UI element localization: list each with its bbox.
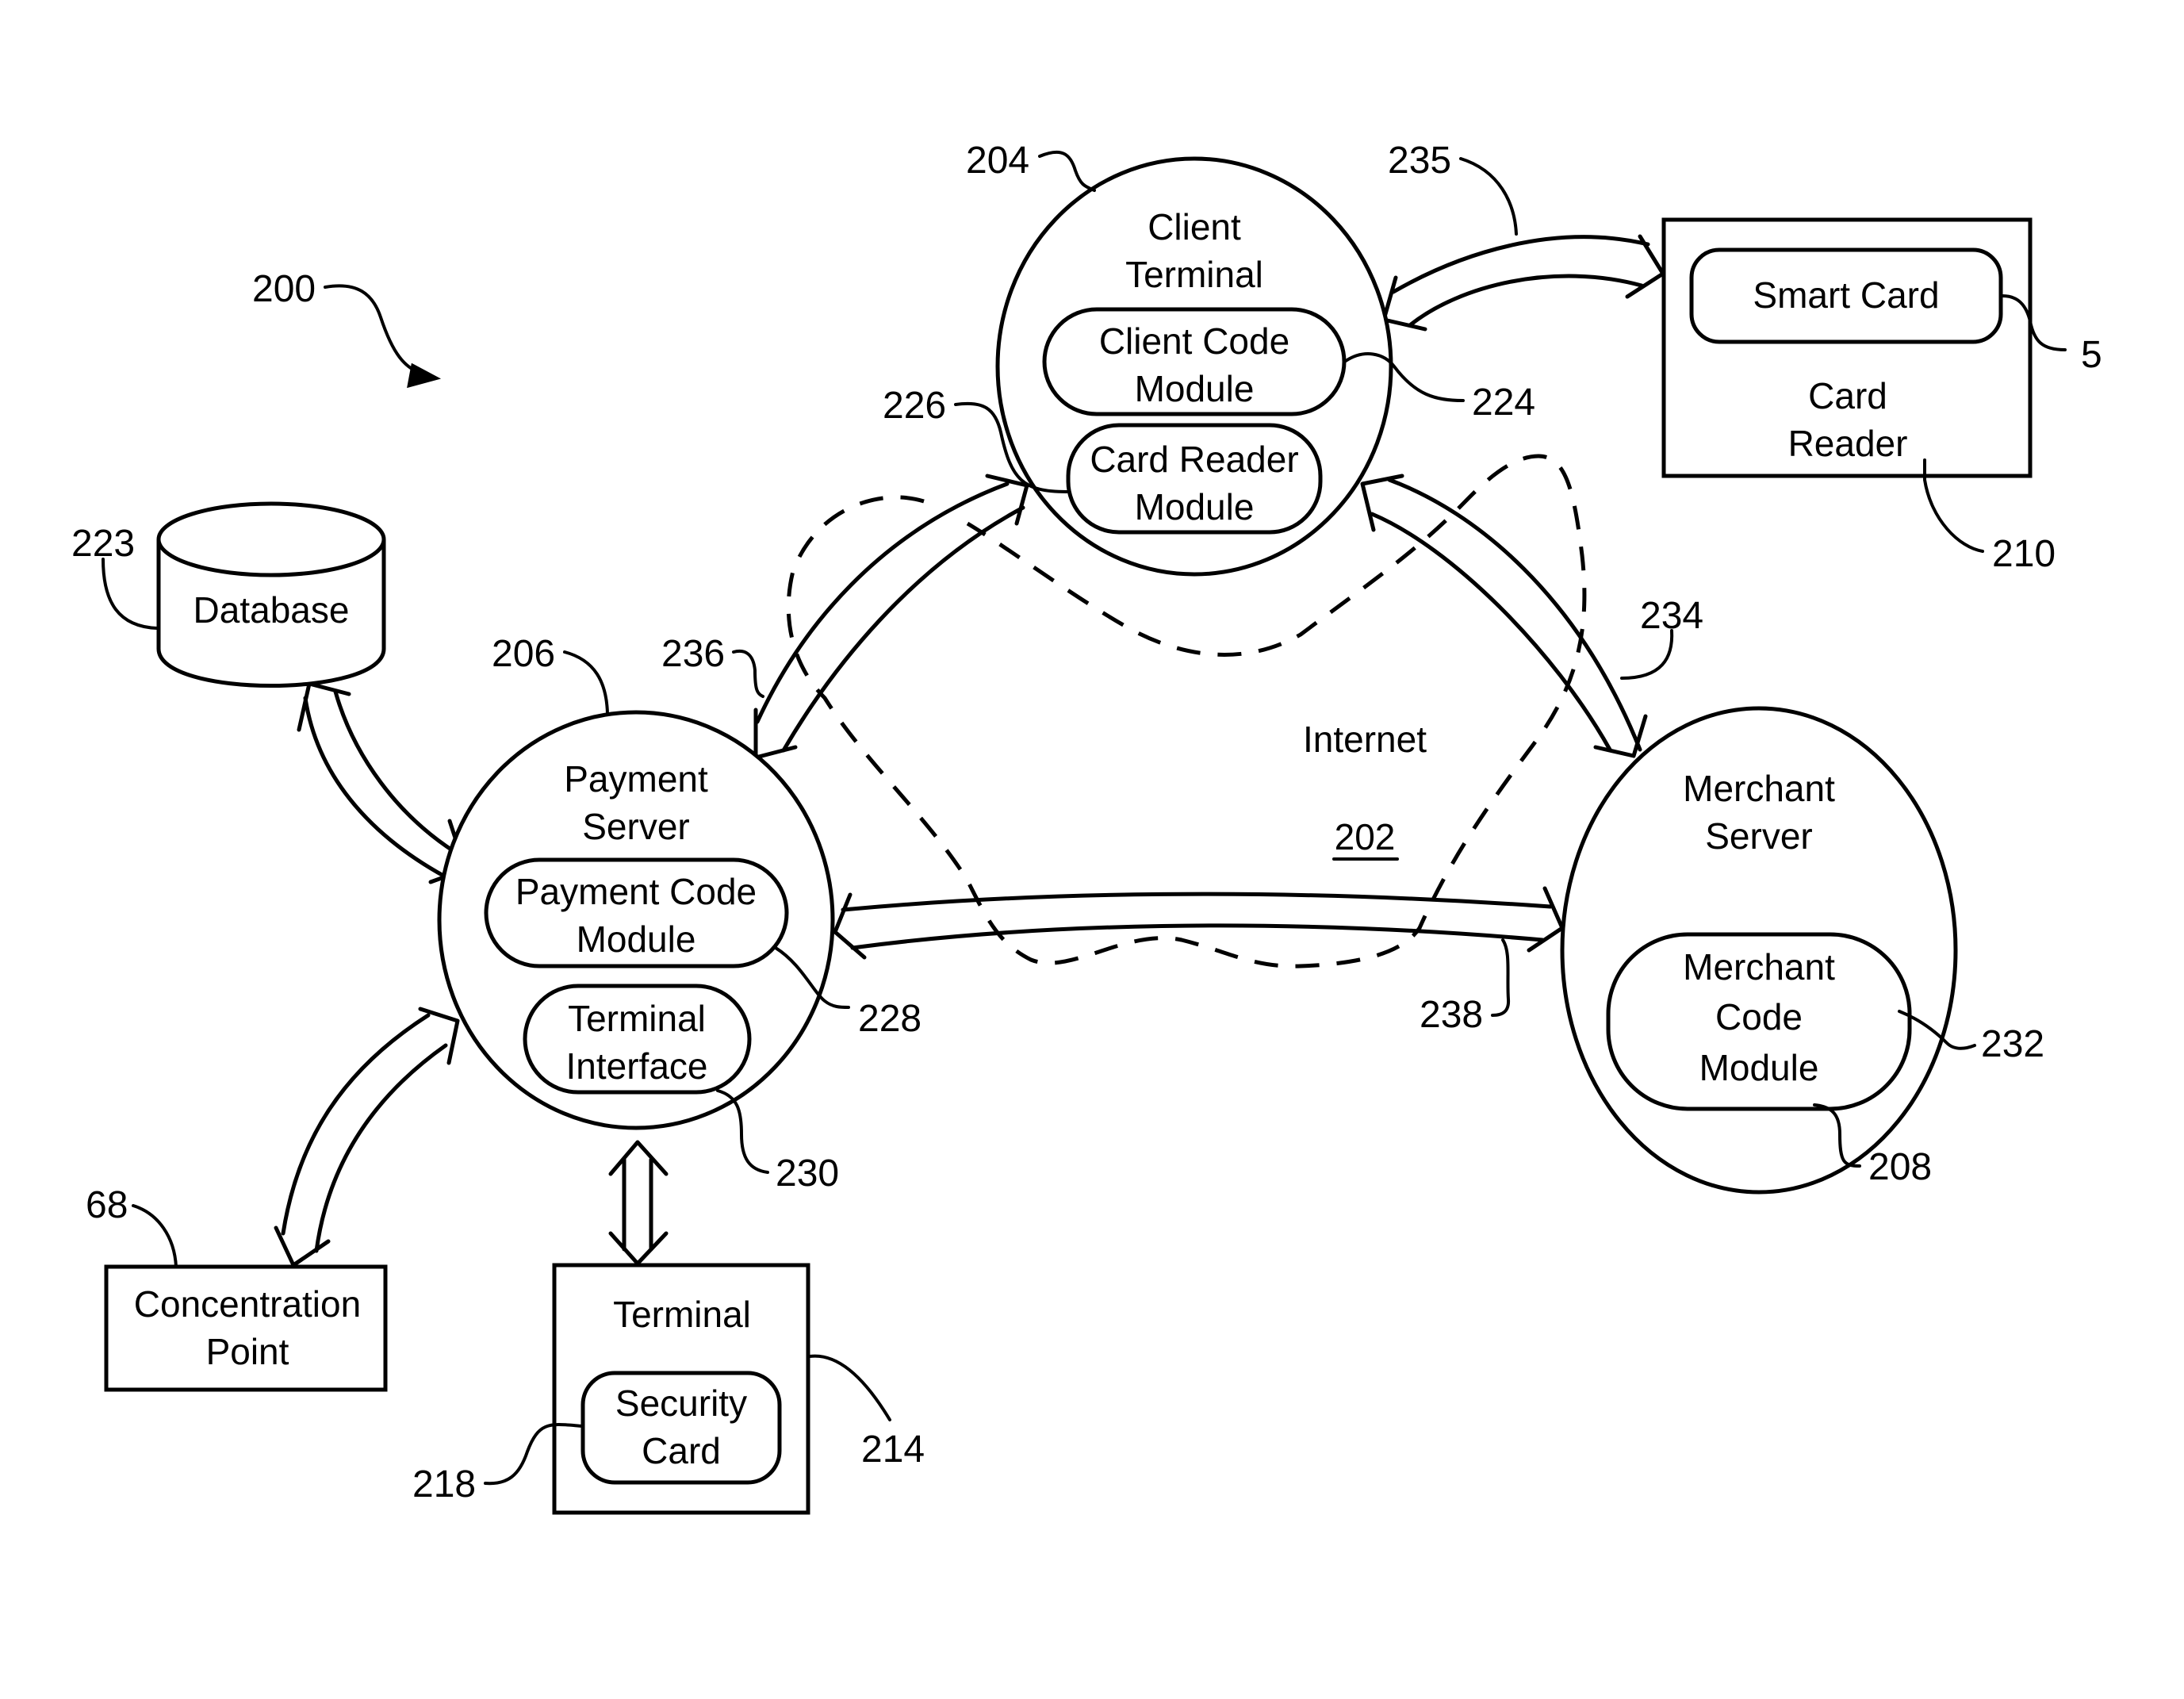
payment-code-module-line1: Payment Code xyxy=(515,871,757,912)
client-code-module-line2: Module xyxy=(1135,368,1255,409)
ref-238: 238 xyxy=(1420,994,1483,1036)
merchant-server-node[interactable]: Merchant Server Merchant Code Module xyxy=(1560,706,1958,1195)
terminal-node[interactable]: Terminal Security Card xyxy=(552,1263,810,1515)
payment-server-node[interactable]: Payment Server Payment Code Module Termi… xyxy=(437,710,835,1130)
arrow-payment-merchant[interactable] xyxy=(833,886,1565,960)
concentration-point-line1: Concentration xyxy=(134,1283,361,1325)
security-card-line2: Card xyxy=(642,1430,721,1471)
card-reader-module-line1: Card Reader xyxy=(1090,439,1298,480)
merchant-code-module-line1: Merchant xyxy=(1683,946,1835,988)
database-node[interactable]: Database xyxy=(156,501,386,688)
arrow-payment-concentration[interactable] xyxy=(274,1007,460,1268)
arrow-payment-client[interactable] xyxy=(753,474,1029,760)
card-reader-node[interactable]: Smart Card Card Reader xyxy=(1661,217,2033,478)
ref-204: 204 xyxy=(966,140,1029,182)
ref-218: 218 xyxy=(412,1463,476,1505)
ref-68-leader xyxy=(132,1204,178,1268)
payment-server-title-1: Payment xyxy=(564,758,708,800)
terminal-title: Terminal xyxy=(613,1294,751,1335)
merchant-server-title-2: Server xyxy=(1705,815,1812,857)
arrow-database-payment[interactable] xyxy=(297,681,468,887)
arrow-payment-terminal[interactable] xyxy=(608,1140,669,1266)
terminal-interface-line2: Interface xyxy=(566,1045,708,1087)
card-reader-title-2: Reader xyxy=(1788,423,1908,464)
database-cylinder-top xyxy=(156,501,386,577)
smart-card-label: Smart Card xyxy=(1753,274,1939,316)
ref-68: 68 xyxy=(86,1184,128,1226)
ref-228: 228 xyxy=(858,998,921,1040)
ref-226: 226 xyxy=(883,385,946,427)
arrow-client-cardreader[interactable] xyxy=(1381,234,1665,332)
internet-label: Internet xyxy=(1303,719,1427,760)
arrowhead xyxy=(1625,234,1665,299)
card-reader-title-1: Card xyxy=(1808,375,1887,416)
concentration-point-line2: Point xyxy=(206,1331,289,1372)
ref-230: 230 xyxy=(776,1152,839,1195)
payment-server-title-2: Server xyxy=(582,806,689,847)
ref-235-leader xyxy=(1459,157,1518,236)
arrowhead xyxy=(608,1140,669,1176)
ref-223-leader xyxy=(102,558,159,630)
ref-235: 235 xyxy=(1388,140,1451,182)
ref-208: 208 xyxy=(1868,1146,1932,1188)
arrow-client-merchant[interactable] xyxy=(1360,474,1648,758)
merchant-server-title-1: Merchant xyxy=(1683,768,1835,809)
arrowhead xyxy=(608,1231,669,1266)
ref-5: 5 xyxy=(2081,334,2102,376)
ref-236: 236 xyxy=(661,633,725,675)
client-terminal-node[interactable]: Client Terminal Client Code Module Card … xyxy=(995,156,1393,577)
ref-210: 210 xyxy=(1992,533,2056,575)
terminal-interface-line1: Terminal xyxy=(568,998,706,1039)
database-label: Database xyxy=(193,589,350,631)
ref-200-arrowhead-icon xyxy=(407,362,442,389)
client-code-module-line1: Client Code xyxy=(1099,320,1289,362)
ref-238-leader xyxy=(1491,938,1511,1017)
ref-214: 214 xyxy=(861,1429,925,1471)
concentration-point-node[interactable]: Concentration Point xyxy=(104,1264,388,1392)
ref-206: 206 xyxy=(492,633,555,675)
ref-236-leader xyxy=(732,650,764,698)
payment-system-diagram: Client Terminal Client Code Module Card … xyxy=(71,140,2102,1515)
client-terminal-title-2: Terminal xyxy=(1125,254,1263,295)
ref-204-leader xyxy=(1038,150,1096,192)
ref-206-leader xyxy=(563,650,609,715)
ref-200: 200 xyxy=(252,268,316,310)
merchant-code-module-line3: Module xyxy=(1699,1047,1819,1088)
payment-code-module-line2: Module xyxy=(577,919,696,960)
ref-200-leader xyxy=(324,284,426,376)
ref-234-leader xyxy=(1620,629,1674,680)
card-reader-module-line2: Module xyxy=(1135,486,1255,527)
merchant-code-module-line2: Code xyxy=(1715,996,1803,1037)
ref-232: 232 xyxy=(1981,1023,2044,1065)
client-terminal-title-1: Client xyxy=(1148,206,1241,247)
internet-ref: 202 xyxy=(1335,816,1396,857)
ref-224: 224 xyxy=(1472,382,1535,424)
ref-214-leader xyxy=(808,1354,891,1421)
security-card-line1: Security xyxy=(615,1383,747,1424)
